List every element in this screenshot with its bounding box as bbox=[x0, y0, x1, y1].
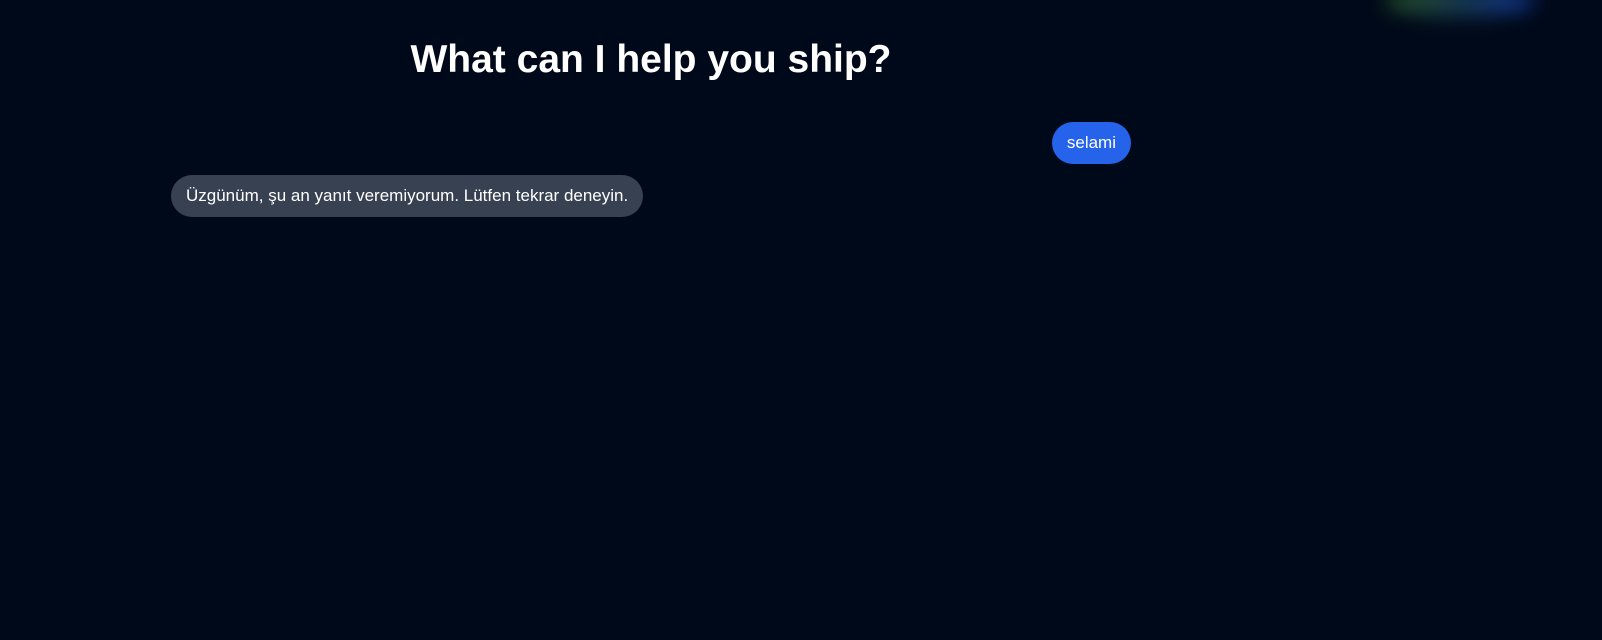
decorative-glow bbox=[1385, 0, 1535, 16]
page-title: What can I help you ship? bbox=[410, 38, 892, 81]
user-message-bubble: selami bbox=[1051, 122, 1131, 164]
assistant-message-row: Üzgünüm, şu an yanıt veremiyorum. Lütfen… bbox=[171, 175, 1131, 217]
user-message-row: selami bbox=[171, 122, 1131, 164]
chat-thread: selami Üzgünüm, şu an yanıt veremiyorum.… bbox=[171, 122, 1131, 217]
assistant-message-bubble: Üzgünüm, şu an yanıt veremiyorum. Lütfen… bbox=[171, 175, 644, 217]
